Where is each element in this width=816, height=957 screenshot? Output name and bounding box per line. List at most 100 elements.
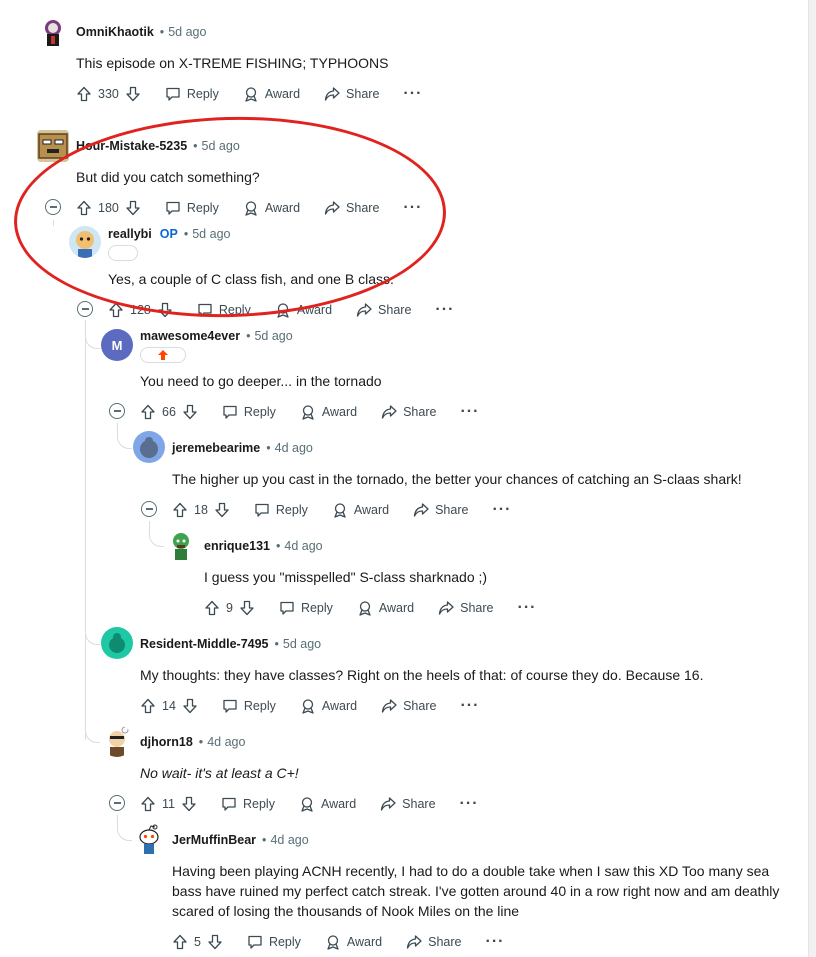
share-button[interactable]: Share bbox=[381, 404, 436, 420]
avatar[interactable] bbox=[165, 529, 197, 561]
share-icon bbox=[438, 601, 454, 615]
timestamp[interactable]: 5d ago bbox=[168, 25, 206, 39]
more-options-button[interactable]: ··· bbox=[435, 301, 454, 319]
reply-button[interactable]: Reply bbox=[165, 86, 219, 102]
share-label: Share bbox=[403, 699, 437, 713]
vote-group: 330 bbox=[76, 86, 141, 102]
downvote-icon[interactable] bbox=[125, 86, 141, 102]
author-name[interactable]: djhorn18 bbox=[140, 735, 193, 749]
more-options-button[interactable]: ··· bbox=[518, 599, 537, 617]
avatar[interactable] bbox=[133, 431, 165, 463]
comment-body: The higher up you cast in the tornado, t… bbox=[172, 471, 742, 487]
collapse-thread-button[interactable] bbox=[141, 501, 157, 517]
author-name[interactable]: OmniKhaotik bbox=[76, 25, 154, 39]
timestamp[interactable]: 5d ago bbox=[283, 637, 321, 651]
more-options-button[interactable]: ··· bbox=[460, 403, 479, 421]
scrollbar[interactable] bbox=[808, 0, 816, 957]
upvote-icon[interactable] bbox=[172, 934, 188, 950]
vote-group: 5 bbox=[172, 934, 223, 950]
reply-button[interactable]: Reply bbox=[222, 404, 276, 420]
thread-curve bbox=[85, 320, 100, 349]
separator-dot: • bbox=[266, 441, 271, 455]
avatar[interactable] bbox=[37, 16, 69, 48]
reply-icon bbox=[280, 601, 294, 615]
award-icon bbox=[327, 935, 339, 950]
vote-group: 18 bbox=[172, 502, 230, 518]
reply-label: Reply bbox=[300, 601, 333, 615]
award-button[interactable]: Award bbox=[300, 698, 357, 714]
upvote-icon[interactable] bbox=[140, 404, 156, 420]
more-options-button[interactable]: ··· bbox=[460, 795, 479, 813]
more-options-button[interactable]: ··· bbox=[460, 697, 479, 715]
timestamp[interactable]: 4d ago bbox=[207, 735, 245, 749]
more-options-button[interactable]: ··· bbox=[403, 85, 422, 103]
more-options-button[interactable]: ··· bbox=[492, 501, 511, 519]
more-options-button[interactable]: ··· bbox=[486, 933, 505, 951]
award-button[interactable]: Award bbox=[243, 86, 300, 102]
thread-curve bbox=[149, 521, 164, 547]
share-button[interactable]: Share bbox=[438, 600, 494, 616]
reply-button[interactable]: Reply bbox=[247, 934, 301, 950]
award-button[interactable]: Award bbox=[332, 502, 389, 518]
award-label: Award bbox=[321, 699, 358, 713]
award-icon bbox=[302, 699, 314, 714]
snoo-avatar-icon bbox=[139, 824, 159, 854]
collapse-thread-button[interactable] bbox=[109, 403, 125, 419]
share-label: Share bbox=[403, 405, 437, 419]
downvote-icon[interactable] bbox=[239, 600, 255, 616]
comment-body: This episode on X-TREME FISHING; TYPHOON… bbox=[76, 55, 389, 71]
comment-body: Having been playing ACNH recently, I had… bbox=[172, 863, 780, 919]
award-button[interactable]: Award bbox=[357, 600, 414, 616]
timestamp[interactable]: 4d ago bbox=[284, 539, 322, 553]
avatar-icon bbox=[109, 726, 129, 757]
downvote-icon[interactable] bbox=[207, 934, 223, 950]
reply-icon bbox=[222, 797, 236, 811]
author-name[interactable]: Resident-Middle-7495 bbox=[140, 637, 269, 651]
downvote-icon[interactable] bbox=[182, 698, 198, 714]
avatar[interactable] bbox=[101, 725, 133, 757]
share-button[interactable]: Share bbox=[356, 302, 411, 318]
share-button[interactable]: Share bbox=[413, 502, 468, 518]
upvote-icon[interactable] bbox=[204, 600, 220, 616]
timestamp[interactable]: 5d ago bbox=[254, 329, 292, 343]
vote-score: 5 bbox=[194, 935, 201, 949]
reply-button[interactable]: Reply bbox=[279, 600, 333, 616]
reply-button[interactable]: Reply bbox=[221, 796, 275, 812]
timestamp[interactable]: 4d ago bbox=[270, 833, 308, 847]
author-name[interactable]: mawesome4ever bbox=[140, 329, 240, 343]
comment-meta: JerMuffinBear • 4d ago bbox=[172, 830, 309, 850]
downvote-icon[interactable] bbox=[181, 796, 197, 812]
reply-button[interactable]: Reply bbox=[254, 502, 308, 518]
share-button[interactable]: Share bbox=[380, 796, 436, 812]
reply-label: Reply bbox=[242, 797, 275, 811]
comment-meta: jeremebearime • 4d ago bbox=[172, 438, 313, 458]
collapse-thread-button[interactable] bbox=[77, 301, 93, 317]
upvote-icon[interactable] bbox=[140, 698, 156, 714]
reply-icon bbox=[223, 699, 237, 713]
avatar[interactable] bbox=[133, 823, 165, 855]
comment-actions: 9 Reply Award Share ··· bbox=[204, 596, 536, 620]
author-name[interactable]: jeremebearime bbox=[172, 441, 260, 455]
avatar[interactable]: M bbox=[101, 329, 133, 361]
author-name[interactable]: JerMuffinBear bbox=[172, 833, 256, 847]
upvote-icon[interactable] bbox=[140, 796, 156, 812]
share-button[interactable]: Share bbox=[324, 86, 379, 102]
collapse-thread-button[interactable] bbox=[109, 795, 125, 811]
timestamp[interactable]: 4d ago bbox=[275, 441, 313, 455]
share-button[interactable]: Share bbox=[406, 934, 462, 950]
downvote-icon[interactable] bbox=[214, 502, 230, 518]
downvote-icon[interactable] bbox=[182, 404, 198, 420]
share-label: Share bbox=[378, 303, 412, 317]
author-name[interactable]: enrique131 bbox=[204, 539, 270, 553]
award-icon bbox=[334, 503, 346, 518]
upvote-icon[interactable] bbox=[172, 502, 188, 518]
share-button[interactable]: Share bbox=[381, 698, 436, 714]
award-button[interactable]: Award bbox=[300, 404, 357, 420]
comment-meta: djhorn18 • 4d ago bbox=[140, 732, 245, 752]
award-button[interactable]: Award bbox=[299, 796, 356, 812]
award-button[interactable]: Award bbox=[325, 934, 382, 950]
upvote-icon[interactable] bbox=[76, 86, 92, 102]
award-icon bbox=[245, 87, 257, 102]
avatar[interactable] bbox=[101, 627, 133, 659]
reply-button[interactable]: Reply bbox=[222, 698, 276, 714]
